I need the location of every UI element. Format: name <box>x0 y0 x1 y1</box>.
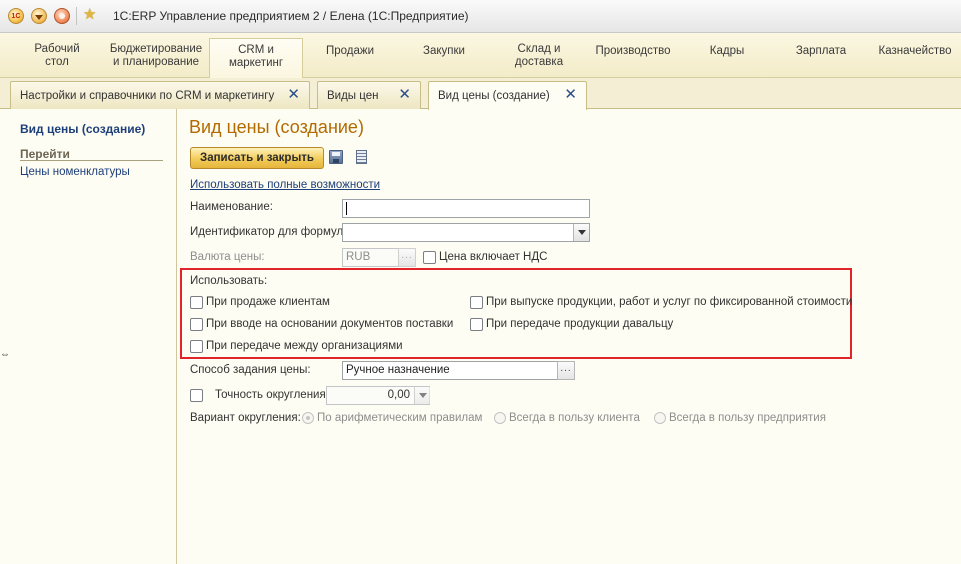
use-sales-checkbox[interactable] <box>190 296 203 309</box>
more-actions-icon[interactable] <box>356 150 367 164</box>
save-disk-icon[interactable] <box>329 150 343 164</box>
full-features-link[interactable]: Использовать полные возможности <box>190 179 380 191</box>
rounding-company-label: Всегда в пользу предприятия <box>669 412 826 424</box>
section-production[interactable]: Производство <box>588 33 678 78</box>
rounding-variant-label: Вариант округления: <box>190 412 301 424</box>
vat-included-checkbox[interactable] <box>423 251 436 264</box>
section-sales[interactable]: Продажи <box>315 33 385 78</box>
favorites-star-icon[interactable]: ★ <box>83 6 96 24</box>
formula-id-label: Идентификатор для формул: <box>190 226 347 238</box>
window-title: 1С:ERP Управление предприятием 2 / Елена… <box>113 9 469 23</box>
divider <box>20 160 163 161</box>
formula-id-select[interactable] <box>342 223 590 242</box>
use-processor-checkbox[interactable] <box>470 318 483 331</box>
nav-goto-header: Перейти <box>20 147 70 161</box>
open-tabs-bar: Настройки и справочники по CRM и маркети… <box>0 78 961 110</box>
section-hr[interactable]: Кадры <box>692 33 762 78</box>
form-navigation-panel: Вид цены (создание) Перейти Цены номенкл… <box>0 109 177 564</box>
close-icon[interactable]: ✕ <box>398 87 411 102</box>
price-method-label: Способ задания цены: <box>190 364 311 376</box>
tab-price-types[interactable]: Виды цен ✕ <box>317 81 421 109</box>
section-purchases[interactable]: Закупки <box>409 33 479 78</box>
nav-link-item-prices[interactable]: Цены номенклатуры <box>20 166 130 178</box>
chevron-down-icon[interactable] <box>573 224 589 241</box>
use-supply-docs-checkbox[interactable] <box>190 318 203 331</box>
panel-splitter-icon[interactable]: ⇔ <box>0 349 10 360</box>
tab-price-type-create[interactable]: Вид цены (создание) ✕ <box>428 81 587 110</box>
use-sales-label: При продаже клиентам <box>206 296 330 308</box>
use-intercompany-checkbox[interactable] <box>190 340 203 353</box>
use-fixed-cost-label: При выпуске продукции, работ и услуг по … <box>486 296 853 308</box>
section-crm-marketing[interactable]: CRM и маркетинг <box>209 38 303 79</box>
section-desktop[interactable]: Рабочий стол <box>22 33 92 78</box>
vat-included-label: Цена включает НДС <box>439 251 548 263</box>
rounding-precision-checkbox[interactable] <box>190 389 203 402</box>
app-logo-icon[interactable]: 1С <box>8 8 24 24</box>
currency-label: Валюта цены: <box>190 251 265 263</box>
section-treasury[interactable]: Казначейство <box>872 33 958 78</box>
chevron-down-icon <box>414 387 430 404</box>
rounding-company-radio <box>654 412 666 424</box>
tab-label: Настройки и справочники по CRM и маркети… <box>20 89 275 102</box>
nav-current-form[interactable]: Вид цены (создание) <box>20 122 145 136</box>
title-bar: 1С ★ 1С:ERP Управление предприятием 2 / … <box>0 0 961 33</box>
save-and-close-button[interactable]: Записать и закрыть <box>190 147 324 169</box>
use-processor-label: При передаче продукции давальцу <box>486 318 674 330</box>
name-label: Наименование: <box>190 201 273 213</box>
sections-panel: Рабочий стол Бюджетирование и планирован… <box>0 33 961 79</box>
section-payroll[interactable]: Зарплата <box>786 33 856 78</box>
rounding-client-radio <box>494 412 506 424</box>
text-caret <box>346 202 347 215</box>
tab-label: Вид цены (создание) <box>438 90 550 102</box>
rounding-arithmetic-label: По арифметическим правилам <box>317 412 483 424</box>
toolbar-divider <box>76 7 77 25</box>
history-icon[interactable] <box>54 8 70 24</box>
tab-crm-settings[interactable]: Настройки и справочники по CRM и маркети… <box>10 81 310 109</box>
rounding-precision-label: Точность округления: <box>215 389 329 401</box>
rounding-arithmetic-radio <box>302 412 314 424</box>
use-intercompany-label: При передаче между организациями <box>206 340 403 352</box>
select-price-method-button[interactable]: ... <box>557 361 575 380</box>
rounding-client-label: Всегда в пользу клиента <box>509 412 640 424</box>
name-input[interactable] <box>342 199 590 218</box>
select-currency-button: ... <box>398 248 416 267</box>
use-group-label: Использовать: <box>190 275 268 287</box>
close-icon[interactable]: ✕ <box>287 87 300 102</box>
main-menu-icon[interactable] <box>31 8 47 24</box>
use-supply-docs-label: При вводе на основании документов постав… <box>206 318 454 330</box>
price-method-input[interactable]: Ручное назначение <box>342 361 558 380</box>
section-budgeting[interactable]: Бюджетирование и планирование <box>106 33 206 78</box>
form-title: Вид цены (создание) <box>189 117 364 137</box>
tab-label: Виды цен <box>327 89 379 102</box>
currency-input: RUB <box>342 248 399 267</box>
use-fixed-cost-checkbox[interactable] <box>470 296 483 309</box>
section-warehouse[interactable]: Склад и доставка <box>500 33 578 78</box>
close-icon[interactable]: ✕ <box>564 87 577 102</box>
